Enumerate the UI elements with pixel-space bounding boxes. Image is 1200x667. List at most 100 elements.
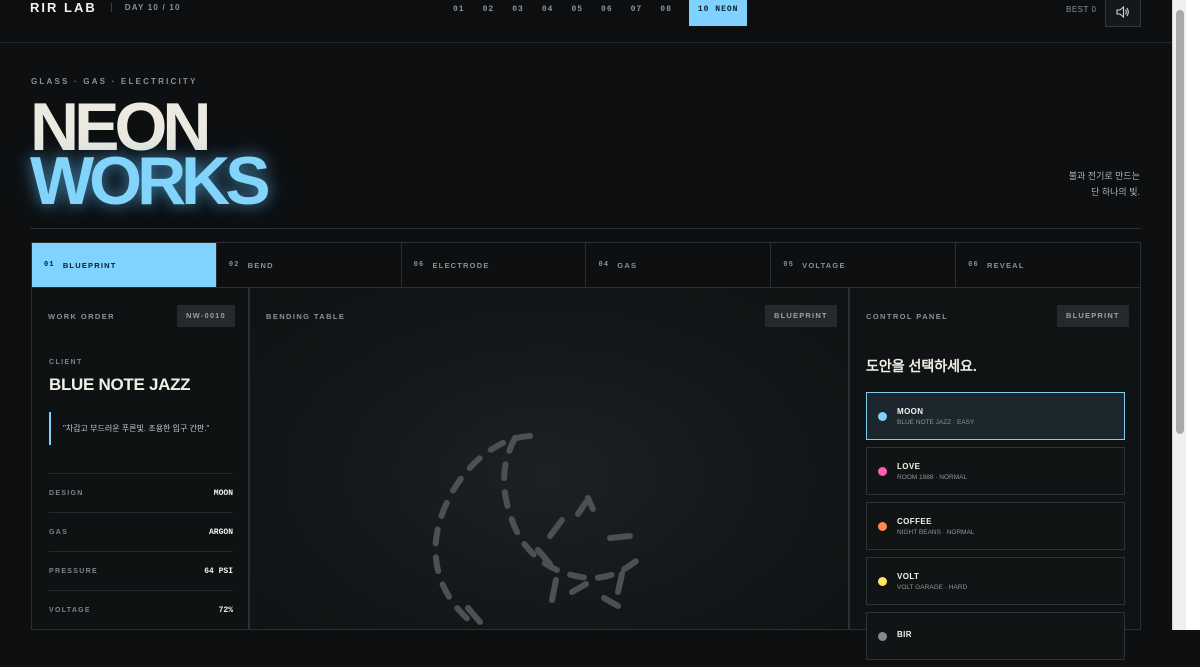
work-order-badge: NW-0010 <box>177 305 235 327</box>
spec-value: 64 PSI <box>204 566 233 576</box>
blueprint-guide-mark <box>601 595 621 609</box>
spec-list: DESIGN MOON GAS ARGON PRESSURE 64 PSI VO… <box>49 473 233 629</box>
option-text: VOLT VOLT GARAGE · HARD <box>897 572 967 591</box>
spec-key: DESIGN <box>49 489 84 497</box>
design-option-coffee[interactable]: COFFEE NIGHT BEANS · NORMAL <box>866 502 1125 550</box>
day-indicator: DAY 10 / 10 <box>110 2 181 12</box>
design-option-love[interactable]: LOVE ROOM 1988 · NORMAL <box>866 447 1125 495</box>
bir-color-dot-icon <box>878 631 887 641</box>
logo: RIR LAB <box>30 0 97 15</box>
option-sub: VOLT GARAGE · HARD <box>897 583 968 591</box>
control-panel: CONTROL PANEL BLUEPRINT 도안을 선택하세요. MOON … <box>849 288 1141 660</box>
day-tab-04[interactable]: 04 <box>533 0 563 26</box>
step-label: GAS <box>617 260 638 270</box>
page-scrollbar[interactable] <box>1172 0 1186 630</box>
work-order-title: WORK ORDER <box>48 312 115 321</box>
spec-row-pressure: PRESSURE 64 PSI <box>49 551 233 590</box>
step-tab-bend[interactable]: 02 BEND <box>217 243 402 287</box>
spec-row-voltage: VOLTAGE 72% <box>49 590 233 629</box>
day-tab-02[interactable]: 02 <box>474 0 504 26</box>
step-tab-reveal[interactable]: 06 REVEAL <box>956 243 1140 287</box>
day-tab-05[interactable]: 05 <box>562 0 592 26</box>
spec-row-gas: GAS ARGON <box>49 512 233 551</box>
step-label: REVEAL <box>986 260 1025 270</box>
design-options: MOON BLUE NOTE JAZZ · EASY LOVE ROOM 198… <box>866 392 1125 667</box>
design-option-bir[interactable]: BIR <box>866 612 1125 660</box>
day-tabs: 01 02 03 04 05 06 07 08 10 NEON <box>444 0 748 26</box>
step-number: 01 <box>44 261 55 269</box>
control-panel-badge: BLUEPRINT <box>1057 305 1129 327</box>
day-tab-10-neon[interactable]: 10 NEON <box>688 0 748 26</box>
step-tab-voltage[interactable]: 05 VOLTAGE <box>771 243 957 287</box>
option-name: LOVE <box>897 461 921 471</box>
option-text: LOVE ROOM 1988 · NORMAL <box>897 462 967 481</box>
volt-color-dot-icon <box>878 576 887 586</box>
spec-row-design: DESIGN MOON <box>49 473 233 512</box>
spec-key: GAS <box>49 528 69 536</box>
coffee-color-dot-icon <box>878 521 887 531</box>
spec-value: MOON <box>213 488 233 498</box>
love-color-dot-icon <box>878 466 887 476</box>
top-bar: RIR LAB DAY 10 / 10 01 02 03 04 05 06 07… <box>0 0 1172 43</box>
speaker-icon <box>1116 5 1129 18</box>
step-number: 02 <box>228 261 240 269</box>
spec-key: PRESSURE <box>49 567 98 575</box>
option-sub: ROOM 1988 · NORMAL <box>897 473 968 481</box>
option-name: BIR <box>897 630 912 639</box>
step-number: 06 <box>413 261 425 269</box>
step-label: ELECTRODE <box>432 260 490 270</box>
option-name: VOLT <box>897 571 920 581</box>
moon-blueprint-drawing[interactable] <box>250 288 850 630</box>
best-score: BEST 0 <box>1066 5 1097 14</box>
option-sub: BLUE NOTE JAZZ · EASY <box>897 418 975 426</box>
window-edge <box>1186 0 1200 630</box>
spec-value: 72% <box>218 605 233 615</box>
blueprint-guide-mark <box>607 533 633 541</box>
step-label: BEND <box>247 260 274 270</box>
hero-tagline: 불과 전기로 만드는 단 하나의 빛. <box>1069 168 1140 200</box>
step-tab-gas[interactable]: 04 GAS <box>586 243 772 287</box>
option-name: MOON <box>897 406 924 416</box>
blueprint-guide-mark <box>569 581 589 595</box>
hero-title-works: WORKS <box>30 143 271 219</box>
bending-table-panel: BENDING TABLE BLUEPRINT <box>249 288 849 630</box>
design-prompt: 도안을 선택하세요. <box>866 358 977 374</box>
work-order-panel: WORK ORDER NW-0010 CLIENT BLUE NOTE JAZZ… <box>31 288 249 630</box>
blueprint-guide-mark <box>465 605 483 625</box>
step-label: BLUEPRINT <box>62 260 117 270</box>
blueprint-guide-mark <box>615 571 625 595</box>
option-text: BIR <box>897 630 912 642</box>
day-tab-01[interactable]: 01 <box>444 0 474 26</box>
scrollbar-thumb[interactable] <box>1176 10 1184 434</box>
step-tab-electrode[interactable]: 06 ELECTRODE <box>402 243 587 287</box>
control-panel-title: CONTROL PANEL <box>866 312 949 321</box>
day-tab-06[interactable]: 06 <box>592 0 622 26</box>
spec-value: ARGON <box>208 527 233 537</box>
step-number: 06 <box>968 261 979 269</box>
option-sub: NIGHT BEANS · NORMAL <box>897 528 975 536</box>
day-tab-07[interactable]: 07 <box>622 0 652 26</box>
step-tabs: 01 BLUEPRINT 02 BEND 06 ELECTRODE 04 GAS… <box>31 242 1141 288</box>
hero-divider <box>30 228 1141 229</box>
step-label: VOLTAGE <box>802 260 846 270</box>
hero-eyebrow: GLASS · GAS · ELECTRICITY <box>31 77 198 86</box>
design-option-moon[interactable]: MOON BLUE NOTE JAZZ · EASY <box>866 392 1125 440</box>
blueprint-guide-mark <box>575 499 589 517</box>
spec-key: VOLTAGE <box>49 606 91 614</box>
day-tab-03[interactable]: 03 <box>503 0 533 26</box>
blueprint-guide-inner-arc <box>501 435 645 581</box>
option-name: COFFEE <box>897 516 932 526</box>
moon-color-dot-icon <box>878 411 887 421</box>
option-text: MOON BLUE NOTE JAZZ · EASY <box>897 407 974 426</box>
client-label: CLIENT <box>49 359 83 366</box>
step-number: 05 <box>783 261 795 269</box>
sound-toggle-button[interactable] <box>1105 0 1141 27</box>
client-name: BLUE NOTE JAZZ <box>49 375 191 394</box>
tagline-line-1: 불과 전기로 만드는 <box>1068 171 1140 181</box>
design-option-volt[interactable]: VOLT VOLT GARAGE · HARD <box>866 557 1125 605</box>
blueprint-guide-mark <box>585 495 599 519</box>
blueprint-guide-mark <box>549 577 559 603</box>
step-tab-blueprint[interactable]: 01 BLUEPRINT <box>32 243 217 287</box>
day-tab-08[interactable]: 08 <box>651 0 681 26</box>
step-number: 04 <box>598 261 610 269</box>
